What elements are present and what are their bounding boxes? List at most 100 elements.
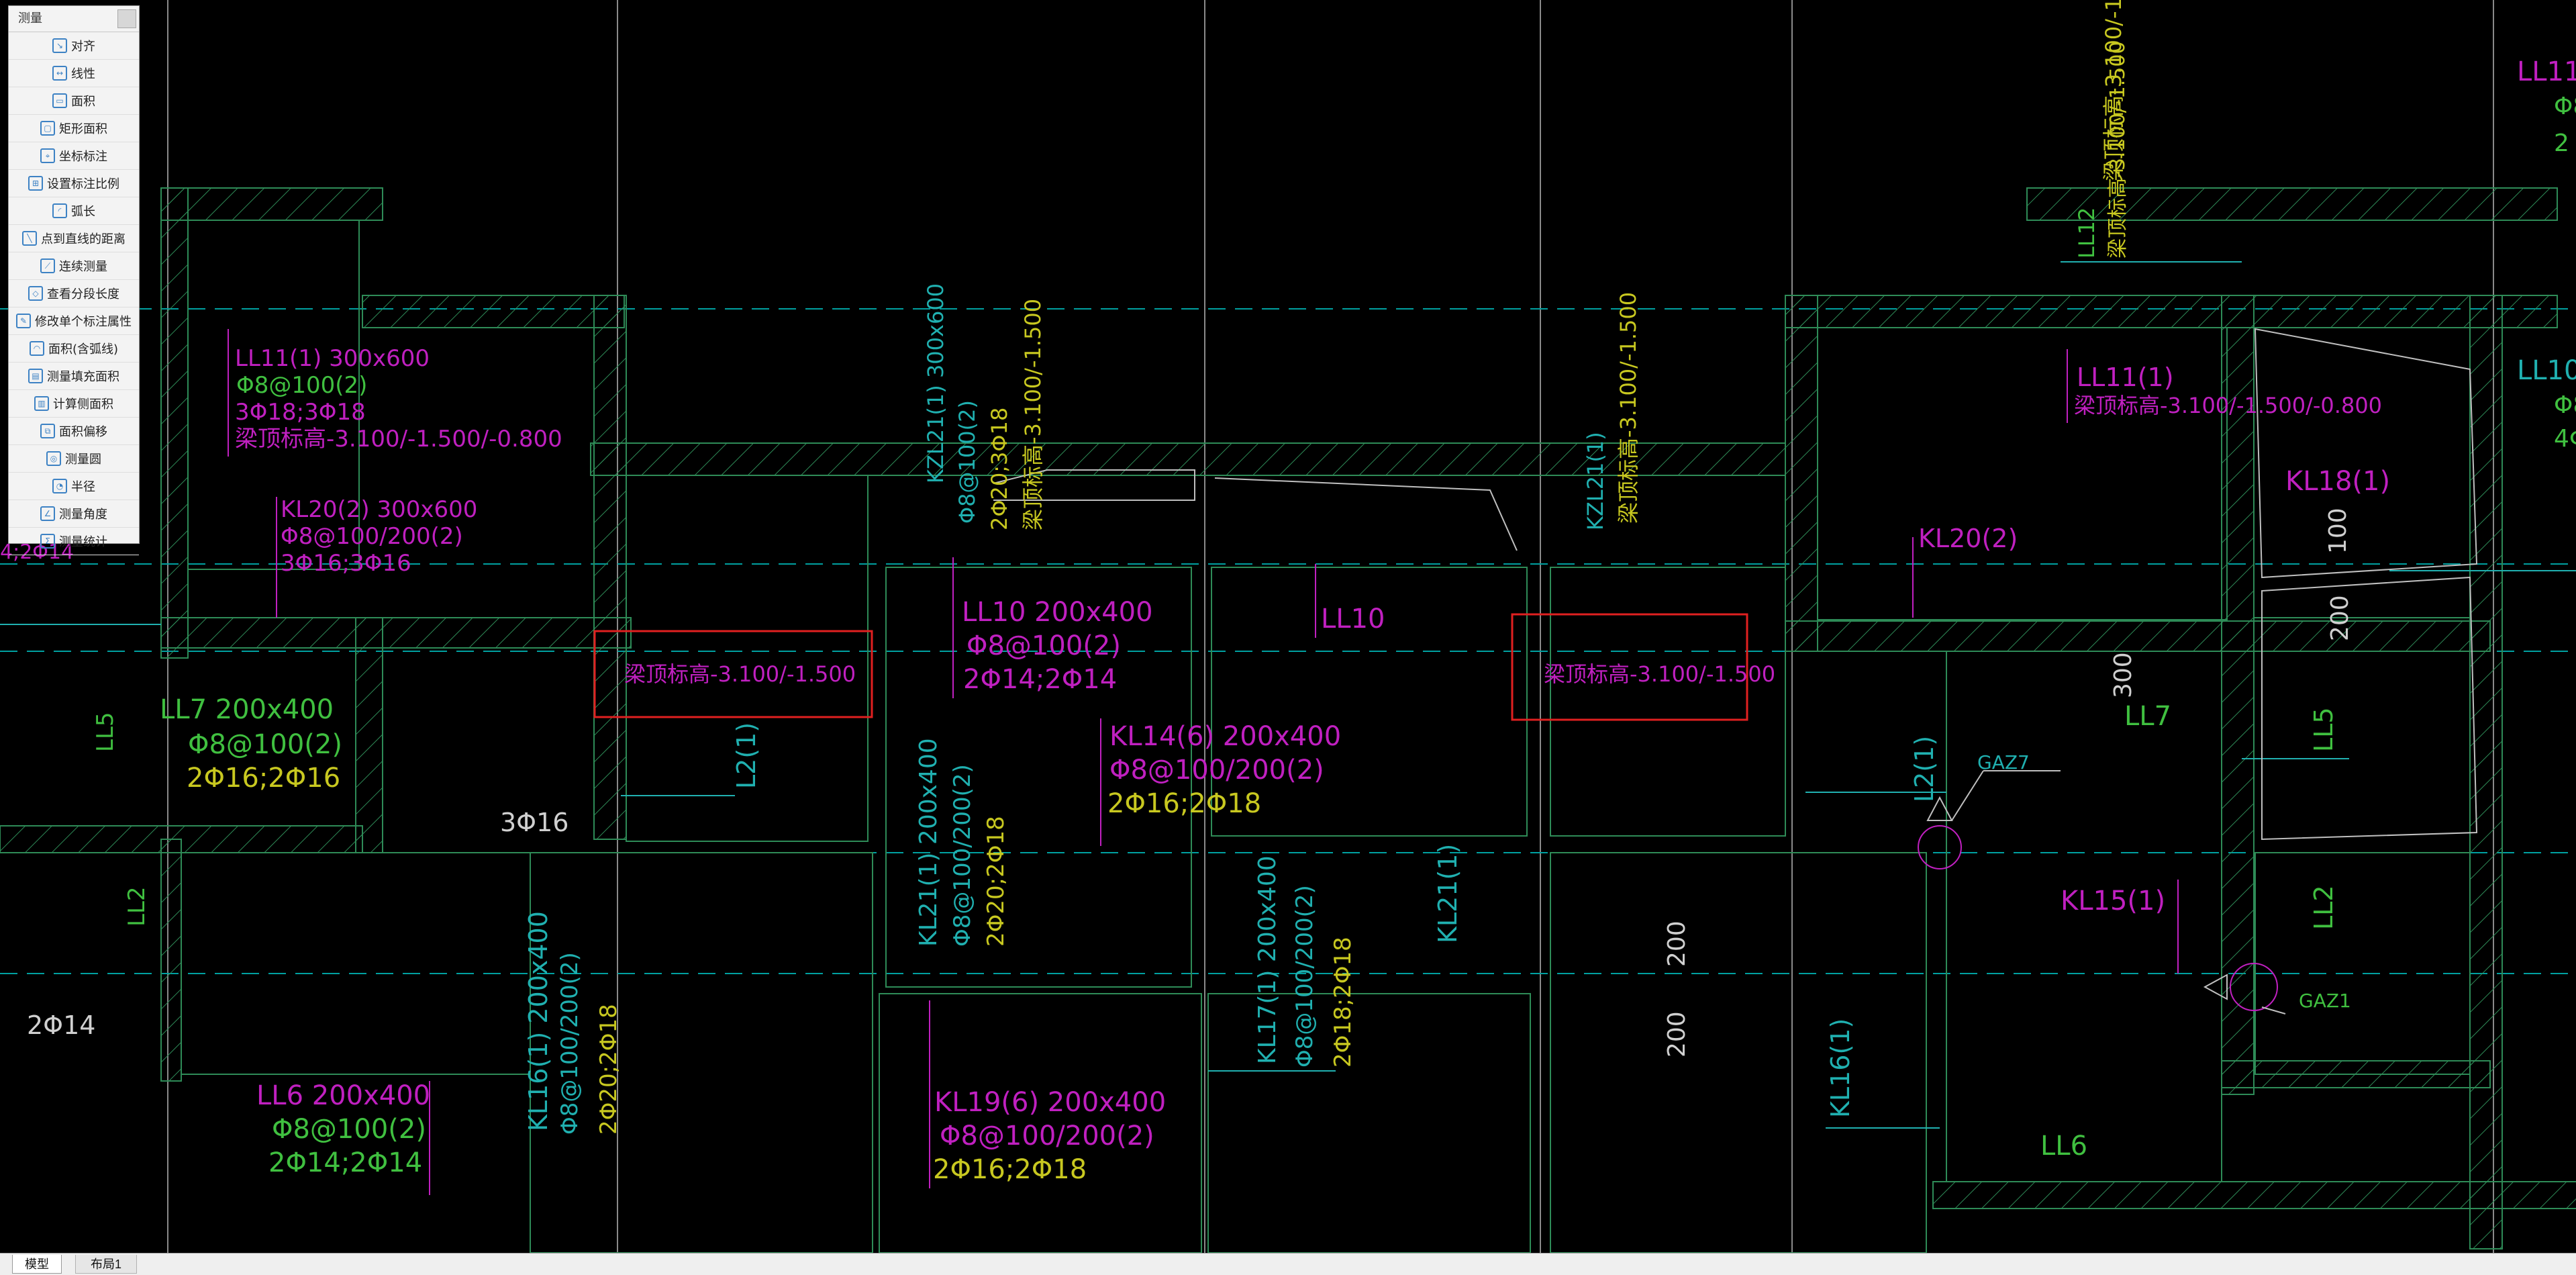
cad-label: Φ8@100/200(2) [1291, 885, 1318, 1068]
cad-label: 2Φ16;2Φ16 [187, 763, 340, 794]
tool-label: 面积 [71, 95, 95, 109]
measure-tool-list: ↘ 对齐 ↔ 线性 ▭ 面积 ▢ 矩形面积 ⌖ 坐标标注 ⊞ 设置标注比例 ◜ 弧长 ╲ 点到直… [9, 32, 139, 555]
tab-model[interactable]: 模型 [12, 1255, 62, 1274]
cad-label: LL5 [2309, 707, 2338, 752]
tool-radius-button[interactable]: ◔ 半径 [9, 473, 139, 500]
cad-label: KL16(1) 200x400 [524, 911, 553, 1131]
cad-label: KL18(1) [2285, 466, 2390, 497]
arc-area-icon: ◠ [29, 341, 44, 356]
panel-title: 测量 [9, 6, 139, 32]
cad-label: 梁顶标高-3.100/-1.500/-0.800 [2074, 393, 2382, 418]
radius-icon: ◔ [52, 479, 67, 493]
measure-tool-panel: 测量 ↘ 对齐 ↔ 线性 ▭ 面积 ▢ 矩形面积 ⌖ 坐标标注 ⊞ 设置标注比例 ◜ 弧长 ╲… [8, 5, 140, 555]
tool-align-button[interactable]: ↘ 对齐 [9, 32, 139, 60]
cad-label: L2(1) [1910, 736, 1939, 802]
cad-label: 3Φ16;3Φ16 [281, 550, 411, 577]
tool-angle-button[interactable]: ∠ 测量角度 [9, 500, 139, 528]
cad-label: KL21(1) [1433, 844, 1463, 943]
cad-label: KL16(1) [1826, 1019, 1855, 1118]
cad-label: Φ8@100(2) [236, 372, 367, 399]
dimension-scale-icon: ⊞ [28, 176, 43, 191]
cad-label: Φ8@100(2) [954, 400, 980, 524]
arc-length-icon: ◜ [52, 203, 67, 218]
cad-label: LL10 [1321, 604, 1385, 634]
tool-continuous-measure-button[interactable]: ⟋ 连续测量 [9, 252, 139, 280]
cad-label: LL11(1) [2077, 363, 2174, 392]
cad-label: 2Φ14;2Φ14 [268, 1147, 422, 1178]
cad-label: 2Φ14 [27, 1010, 95, 1040]
cad-label: LL10 [2517, 355, 2576, 386]
cad-label: GAZ7 [1977, 751, 2030, 773]
cad-label: 2Φ16;2Φ18 [1107, 788, 1261, 819]
tab-layout1[interactable]: 布局1 [75, 1255, 137, 1274]
cad-label: 梁顶标高-3.100/-1.500 [2101, 0, 2126, 181]
angle-icon: ∠ [40, 506, 55, 521]
cad-label: KL15(1) [2061, 886, 2165, 916]
coordinate-dimension-icon: ⌖ [40, 148, 55, 163]
tool-segment-length-button[interactable]: ◇ 查看分段长度 [9, 280, 139, 308]
tool-arc-length-button[interactable]: ◜ 弧长 [9, 197, 139, 225]
close-icon[interactable] [117, 9, 136, 28]
tool-point-line-distance-button[interactable]: ╲ 点到直线的距离 [9, 225, 139, 252]
side-area-icon: ▥ [34, 396, 49, 411]
tool-side-area-button[interactable]: ▥ 计算侧面积 [9, 390, 139, 418]
cad-label: LL11(1) 300x600 [235, 345, 430, 372]
tool-area-button[interactable]: ▭ 面积 [9, 87, 139, 115]
cad-label: KZL21(1) 300x600 [923, 283, 948, 483]
cad-label: 2Φ14;2Φ14 [963, 664, 1117, 695]
segment-length-icon: ◇ [28, 286, 43, 301]
cad-label: 2 [2554, 130, 2569, 157]
cad-label: KL17(1) 200x400 [1254, 855, 1281, 1064]
tool-hatch-area-button[interactable]: ▤ 测量填充面积 [9, 363, 139, 390]
cad-label: 2Φ20;2Φ18 [595, 1004, 622, 1135]
cad-label: Φ8@100/200(2) [949, 764, 976, 947]
tool-linear-button[interactable]: ↔ 线性 [9, 60, 139, 87]
edit-dimension-icon: ✎ [16, 314, 31, 328]
cad-label: LL12 [2074, 207, 2099, 258]
cad-label: 梁顶标高-3.100/-1.500/-0.800 [235, 426, 562, 453]
tool-circle-measure-button[interactable]: ◎ 测量圆 [9, 445, 139, 473]
tool-area-offset-button[interactable]: ⧉ 面积偏移 [9, 418, 139, 445]
tool-rectangle-area-button[interactable]: ▢ 矩形面积 [9, 115, 139, 142]
cad-label: 200 [1663, 1011, 1691, 1057]
tool-coordinate-button[interactable]: ⌖ 坐标标注 [9, 142, 139, 170]
cad-label: Φ8 [2554, 391, 2576, 419]
cad-label: 梁顶标高-3.100/-1.500 [624, 661, 856, 687]
tool-dimension-scale-button[interactable]: ⊞ 设置标注比例 [9, 170, 139, 197]
cad-label: 3Φ16 [500, 808, 568, 837]
tool-label: 矩形面积 [59, 122, 107, 136]
cad-label: KZL21(1) [1583, 432, 1608, 530]
align-dimension-icon: ↘ [52, 38, 67, 53]
cad-label: Φ8@100(2) [188, 729, 342, 760]
tool-arc-area-button[interactable]: ◠ 面积(含弧线) [9, 335, 139, 363]
continuous-measure-icon: ⟋ [40, 258, 55, 273]
cad-label: 3Φ18;3Φ18 [235, 399, 366, 426]
cad-label: Φ8@100/200(2) [1109, 755, 1324, 786]
cad-drawing-canvas[interactable]: LL11(1) 300x600 Φ8@100(2) 3Φ18;3Φ18 梁顶标高… [0, 0, 2576, 1253]
tool-statistics-button[interactable]: Σ 测量统计 [9, 528, 139, 555]
tool-label: 测量圆 [65, 453, 101, 467]
cad-label: L2(1) [732, 722, 761, 789]
cad-label: 2Φ20;2Φ18 [983, 816, 1009, 947]
cad-label: LL10 200x400 [962, 597, 1153, 628]
cad-label: LL6 [2040, 1131, 2087, 1162]
tool-edit-dimension-button[interactable]: ✎ 修改单个标注属性 [9, 308, 139, 335]
cad-label: 4Φ [2554, 425, 2576, 453]
cad-label: LL7 200x400 [160, 694, 334, 725]
cad-label: LL5 [92, 712, 119, 752]
cad-label: KL14(6) 200x400 [1109, 721, 1341, 752]
tool-label: 连续测量 [59, 260, 107, 274]
cad-label: Φ8 [2554, 93, 2576, 120]
cad-label: LL7 [2124, 701, 2171, 732]
cad-label: KL20(2) 300x600 [281, 496, 477, 523]
cad-label: Φ8@100(2) [272, 1114, 426, 1145]
cad-label: LL11 [2517, 56, 2576, 87]
tool-label: 对齐 [71, 40, 95, 54]
tool-label: 坐标标注 [59, 150, 107, 164]
cad-label: KL21(1) 200x400 [915, 738, 942, 947]
cad-label: 2Φ16;2Φ18 [933, 1154, 1087, 1185]
cad-label: 梁顶标高-3.100/-1.500 [1544, 661, 1775, 687]
tool-label: 设置标注比例 [47, 177, 119, 191]
tool-label: 面积偏移 [59, 425, 107, 439]
cad-label: LL6 200x400 [256, 1080, 430, 1111]
